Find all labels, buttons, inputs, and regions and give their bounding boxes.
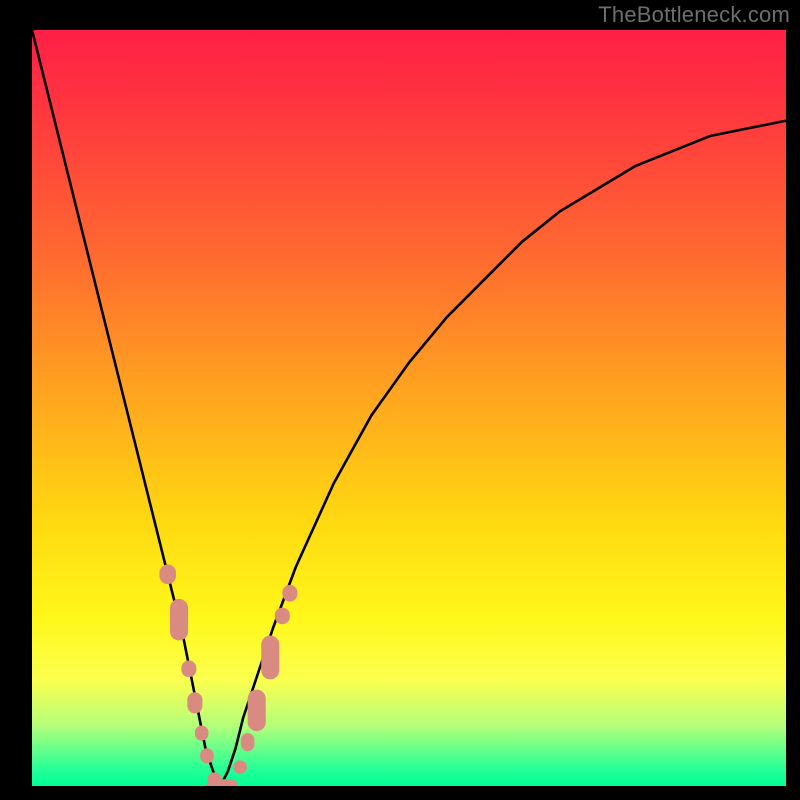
curve-marker [233, 760, 247, 774]
curve-marker [195, 726, 209, 741]
curve-marker [206, 779, 238, 786]
watermark-text: TheBottleneck.com [598, 2, 790, 28]
bottleneck-curve [32, 30, 786, 786]
chart-frame: TheBottleneck.com [0, 0, 800, 800]
curve-marker [282, 585, 297, 602]
curve-marker [181, 661, 196, 678]
curve-marker [170, 599, 188, 641]
curve-marker [261, 636, 279, 680]
plot-area [32, 30, 786, 786]
curve-marker [200, 748, 214, 763]
curve-marker [159, 564, 176, 584]
curve-marker [275, 608, 290, 625]
curve-marker [241, 733, 255, 751]
curve-marker [187, 692, 202, 713]
curve-marker [248, 690, 266, 732]
chart-svg [32, 30, 786, 786]
